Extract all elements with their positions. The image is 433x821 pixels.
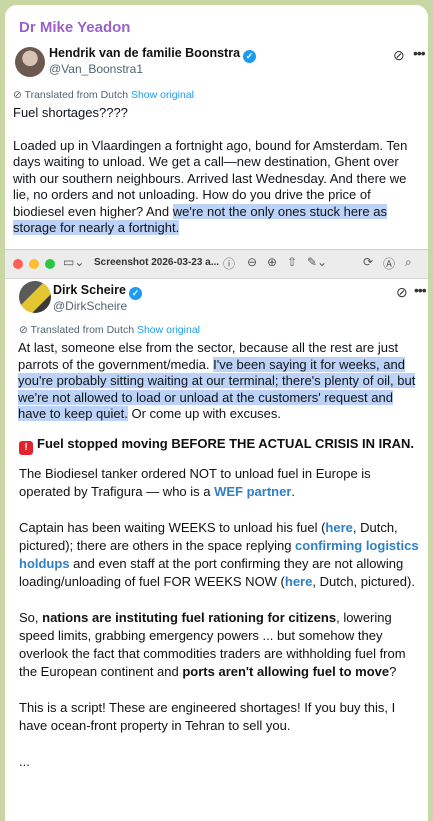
translate-icon: ⊘ [13, 89, 22, 101]
translate-icon: ⊘ [19, 324, 28, 336]
avatar [19, 281, 51, 313]
paragraph: This is a script! These are engineered s… [19, 700, 396, 733]
info-icon: ⓘ [223, 257, 236, 271]
message-text: ! Fuel stopped moving BEFORE THE ACTUAL C… [19, 435, 421, 789]
author-handle: @DirkScheire [53, 299, 128, 313]
author-name: Hendrik van de familie Boonstra ✓ [49, 46, 257, 63]
more-icon: ••• [414, 282, 427, 298]
close-window-button [13, 259, 23, 269]
author-handle: @Van_Boonstra1 [49, 62, 144, 76]
paragraph: Captain has been waiting WEEKS to unload… [19, 520, 419, 589]
avatar [15, 47, 45, 77]
paragraph: So, nations are instituting fuel rationi… [19, 610, 406, 679]
search-icon: ⌕ [405, 255, 412, 269]
tweet-text: At last, someone else from the sector, b… [18, 340, 416, 421]
window-title: Screenshot 2026-03-23 a... [94, 257, 220, 268]
tweet-text: Fuel shortages???? Loaded up in Vlaardin… [13, 105, 408, 235]
annotate-icon: Ⓐ [383, 257, 396, 271]
paragraph: The Biodiesel tanker ordered NOT to unlo… [19, 466, 371, 499]
minimize-window-button [29, 259, 39, 269]
show-original-link: Show original [136, 324, 200, 336]
grok-icon: ⊘ [396, 284, 408, 300]
ellipsis: ... [19, 754, 30, 769]
preview-window-toolbar: ▭⌄ Screenshot 2026-03-23 a... ⓘ ⊖ ⊕ ⇧ ✎⌄… [5, 249, 428, 279]
translation-note: ⊘ Translated from Dutch Show original [19, 324, 200, 336]
zoom-out-icon: ⊖ [247, 255, 258, 269]
wef-partner-link[interactable]: WEF partner [214, 484, 291, 499]
share-icon: ⇧ [287, 255, 298, 269]
more-icon: ••• [413, 45, 426, 61]
verified-icon: ✓ [128, 287, 142, 300]
sender-name[interactable]: Dr Mike Yeadon [19, 19, 130, 36]
verified-icon: ✓ [243, 50, 257, 63]
grok-icon: ⊘ [393, 47, 405, 63]
author-name: Dirk Scheire ✓ [53, 283, 142, 300]
zoom-window-button [45, 259, 55, 269]
siren-icon: ! [19, 441, 33, 455]
translation-note: ⊘ Translated from Dutch Show original [13, 89, 194, 101]
show-original-link: Show original [130, 89, 194, 101]
sidebar-icon: ▭⌄ [63, 255, 85, 269]
message-bubble: Dr Mike Yeadon Hendrik van de familie Bo… [5, 5, 428, 821]
here-link[interactable]: here [285, 574, 312, 589]
markup-icon: ✎⌄ [307, 255, 328, 269]
headline: ! Fuel stopped moving BEFORE THE ACTUAL C… [19, 435, 421, 455]
rotate-icon: ⟳ [363, 255, 374, 269]
tweet-screenshot-1[interactable]: Hendrik van de familie Boonstra ✓ @Van_Bo… [7, 41, 428, 245]
here-link[interactable]: here [325, 520, 352, 535]
zoom-in-icon: ⊕ [267, 255, 278, 269]
